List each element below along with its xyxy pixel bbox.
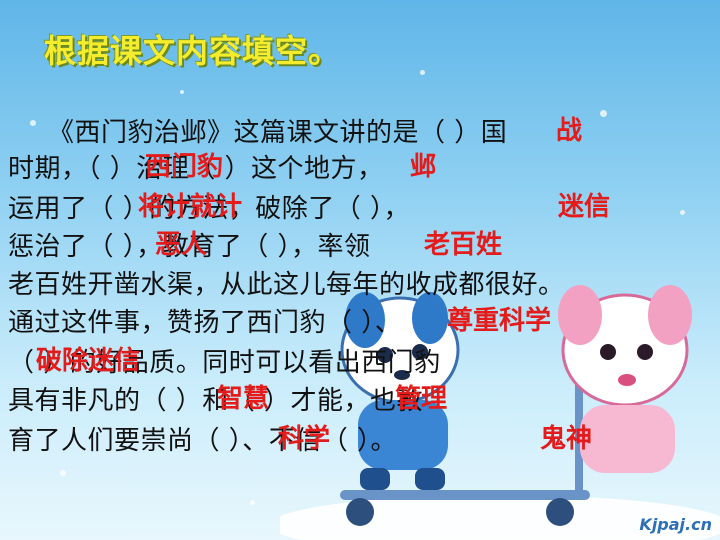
answer-blank: 西门豹 bbox=[145, 152, 224, 182]
answer-blank: 老百姓 bbox=[424, 230, 503, 260]
page-title: 根据课文内容填空。 bbox=[44, 32, 342, 70]
body-line-8: 具有非凡的（ ）和（ ）才能，也教 bbox=[8, 386, 424, 416]
answer-blank: 战 bbox=[556, 116, 583, 146]
answer-blank: 邺 bbox=[410, 152, 437, 182]
body-line-6: 通过这件事，赞扬了西门豹（ ）、 bbox=[8, 308, 402, 338]
answer-blank: 尊重科学 bbox=[447, 306, 552, 336]
answer-blank: 破除迷信 bbox=[36, 346, 141, 376]
answer-blank: 恶人 bbox=[155, 230, 208, 260]
snowflake bbox=[600, 110, 607, 117]
answer-blank: 鬼神 bbox=[540, 424, 593, 454]
answer-blank: 迷信 bbox=[558, 192, 611, 222]
snowflake bbox=[60, 470, 66, 476]
snowflake bbox=[180, 90, 184, 94]
snowflake bbox=[30, 120, 36, 126]
snowflake bbox=[250, 500, 255, 505]
snowflake bbox=[420, 70, 425, 75]
body-line-1: 《西门豹治邺》这篇课文讲的是（ ）国 bbox=[48, 118, 508, 148]
snowflake bbox=[680, 210, 685, 215]
watermark-logo: Kjpaj.cn bbox=[639, 515, 712, 534]
answer-blank: 科学 bbox=[278, 424, 331, 454]
body-line-9: 育了人们要崇尚（ ）、不信（ ）。 bbox=[8, 426, 398, 456]
body-line-5: 老百姓开凿水渠，从此这儿每年的收成都很好。 bbox=[8, 270, 565, 300]
answer-blank: 智慧 bbox=[217, 384, 270, 414]
answer-blank: 管理 bbox=[395, 384, 448, 414]
answer-blank: 将计就计 bbox=[138, 192, 243, 222]
